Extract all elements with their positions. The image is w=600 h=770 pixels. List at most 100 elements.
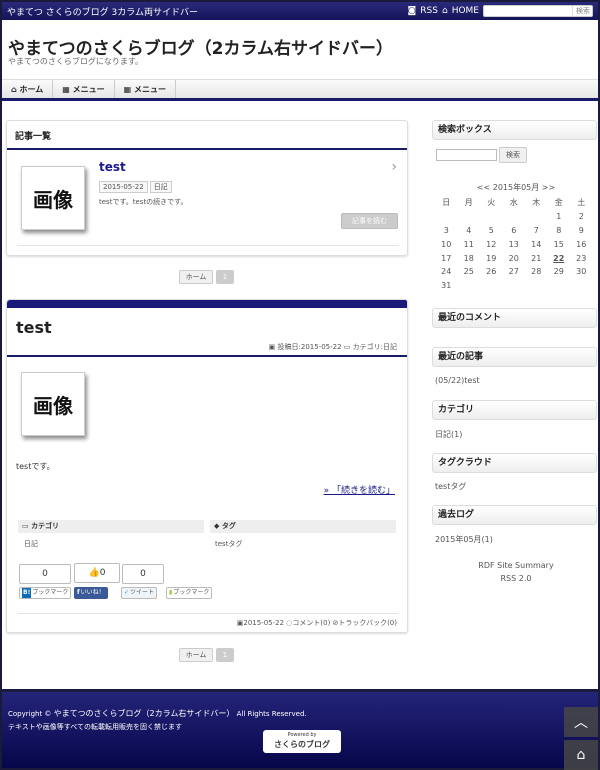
- chevron-right-icon[interactable]: ›: [391, 159, 397, 175]
- rdf-link[interactable]: RDF Site Summary: [432, 561, 600, 570]
- article-body: testです。: [16, 462, 55, 471]
- post-title-link[interactable]: test: [99, 160, 126, 174]
- day: 29: [553, 267, 564, 277]
- calendar-icon: ▣: [268, 343, 278, 351]
- nav-label: メニュー: [133, 85, 166, 94]
- top-search-input[interactable]: 検索: [483, 5, 593, 17]
- rss-icon[interactable]: ◙: [408, 6, 417, 16]
- day: [435, 210, 458, 224]
- folder-icon: ▭: [22, 522, 32, 530]
- footer-date: 2015-05-22: [243, 619, 285, 627]
- home-button[interactable]: ⌂: [564, 740, 598, 770]
- hatena-button[interactable]: B! ブックマーク: [19, 587, 72, 599]
- scroll-top-button[interactable]: ︿: [564, 707, 598, 737]
- day: [458, 210, 481, 224]
- article-image[interactable]: 画像: [21, 372, 85, 436]
- sidebar-search-input[interactable]: [436, 149, 497, 161]
- meta-category-header: ▭ カテゴリ: [18, 520, 204, 533]
- hatena-icon: B!: [22, 588, 32, 598]
- read-more-button[interactable]: 記事を読む: [341, 213, 398, 229]
- day: 27: [508, 267, 519, 277]
- home-icon[interactable]: ⌂: [442, 6, 448, 16]
- pager-home-bottom[interactable]: ホーム: [179, 648, 213, 662]
- recent-post-link[interactable]: (05/22)test: [435, 376, 480, 385]
- meta-category-value[interactable]: 日記: [24, 539, 38, 549]
- comments-link[interactable]: コメント(0): [292, 619, 330, 627]
- rss2-link[interactable]: RSS 2.0: [432, 574, 600, 583]
- day: 19: [486, 253, 497, 263]
- recent-posts-title: 最近の記事: [432, 347, 597, 367]
- site-header: やまてつのさくらブログ（2カラム右サイドバー） やまてつのさくらブログになります…: [2, 20, 598, 79]
- day: 12: [486, 239, 497, 249]
- day: [525, 210, 548, 224]
- category-link[interactable]: 日記(1): [435, 429, 462, 440]
- archive-link[interactable]: 2015年05月(1): [435, 534, 493, 545]
- trackbacks-link[interactable]: トラックバック(0): [338, 619, 397, 627]
- day: 24: [441, 267, 452, 277]
- weekday: 金: [554, 198, 563, 208]
- twitter-count[interactable]: 0: [122, 564, 164, 584]
- weekday: 土: [577, 198, 586, 208]
- day: 26: [486, 267, 497, 277]
- site-subtitle: やまてつ さくらのブログ 3カラム両サイドバー: [7, 7, 198, 18]
- rss-link[interactable]: RSS: [420, 6, 438, 16]
- post-excerpt: testです。testの続きです。: [99, 198, 188, 206]
- powered-by: Powered by: [287, 732, 317, 738]
- home-icon: ⌂: [11, 85, 20, 94]
- sidebar-search-button[interactable]: 検索: [499, 147, 527, 163]
- day: 21: [531, 253, 542, 263]
- day: [503, 279, 526, 293]
- image-label: 画像: [33, 187, 73, 212]
- day-link[interactable]: 22: [548, 251, 571, 265]
- nav-item-home[interactable]: ⌂ ホーム: [2, 80, 54, 98]
- day: 25: [463, 267, 474, 277]
- pocket-label: ブックマーク: [173, 589, 210, 596]
- calendar-week: 3 4 5 6 7 8 9: [435, 224, 593, 238]
- nav-item-menu-1[interactable]: ▦ メニュー: [53, 80, 115, 98]
- home-link[interactable]: HOME: [452, 6, 479, 16]
- day: 8: [556, 225, 562, 235]
- grid-icon: ▦: [62, 85, 73, 94]
- continue-link[interactable]: » 「続きを読む」: [324, 483, 395, 496]
- article-list: 記事一覧 画像 test 2015-05-22 日記 testです。testの続き…: [6, 120, 408, 256]
- post-category[interactable]: 日記: [149, 181, 172, 193]
- pocket-button[interactable]: ▮ ブックマーク: [166, 587, 213, 599]
- day: [480, 279, 503, 293]
- thumbs-up-icon: 👍: [88, 568, 100, 578]
- day: 17: [441, 253, 452, 263]
- day: 1: [556, 212, 562, 222]
- article: test ▣ 投稿日:2015-05-22 ▭ カテゴリ:日記 画像 testで…: [6, 299, 408, 633]
- meta-tag-value[interactable]: testタグ: [215, 539, 242, 549]
- sakura-blog-logo[interactable]: Powered by さくらのブログ: [263, 730, 341, 753]
- tweet-button[interactable]: ✓ ツイート: [121, 587, 158, 599]
- calendar-nav[interactable]: << 2015年05月 >>: [432, 182, 600, 193]
- home-icon: ⌂: [576, 747, 586, 763]
- facebook-count[interactable]: 👍0: [74, 563, 120, 583]
- calendar-week: 31: [435, 279, 593, 293]
- nav-item-menu-2[interactable]: ▦ メニュー: [115, 80, 176, 98]
- day: 20: [508, 253, 519, 263]
- day: 15: [553, 239, 564, 249]
- day: 4: [466, 225, 472, 235]
- pager-page-1[interactable]: 1: [216, 270, 234, 284]
- facebook-like-button[interactable]: f いいね！: [74, 587, 108, 599]
- calendar: 日月火水木金土 12 3456789 10 11 12 13 14 15 16 17 18 19…: [435, 196, 593, 293]
- weekday: 水: [509, 198, 518, 208]
- pager-home[interactable]: ホーム: [179, 270, 213, 284]
- calendar-week: 10 11 12 13 14 15 16: [435, 237, 593, 251]
- day: 14: [531, 239, 542, 249]
- thumbnail-image[interactable]: 画像: [21, 166, 85, 230]
- day: 11: [463, 239, 474, 249]
- day: 2: [578, 212, 584, 222]
- footer-site-link[interactable]: やまてつのさくらブログ（2カラム右サイドバー）: [54, 709, 235, 718]
- hatena-label: ブックマーク: [32, 589, 69, 596]
- recent-comments-title: 最近のコメント: [432, 308, 597, 328]
- day: [503, 210, 526, 224]
- image-label: 画像: [33, 393, 73, 418]
- hatena-count[interactable]: 0: [19, 564, 71, 584]
- day: 5: [488, 225, 494, 235]
- article-category[interactable]: カテゴリ:日記: [353, 343, 397, 351]
- top-search-button[interactable]: 検索: [572, 6, 590, 17]
- tag-link[interactable]: testタグ: [435, 481, 466, 492]
- pager-page-1-bottom[interactable]: 1: [216, 648, 234, 662]
